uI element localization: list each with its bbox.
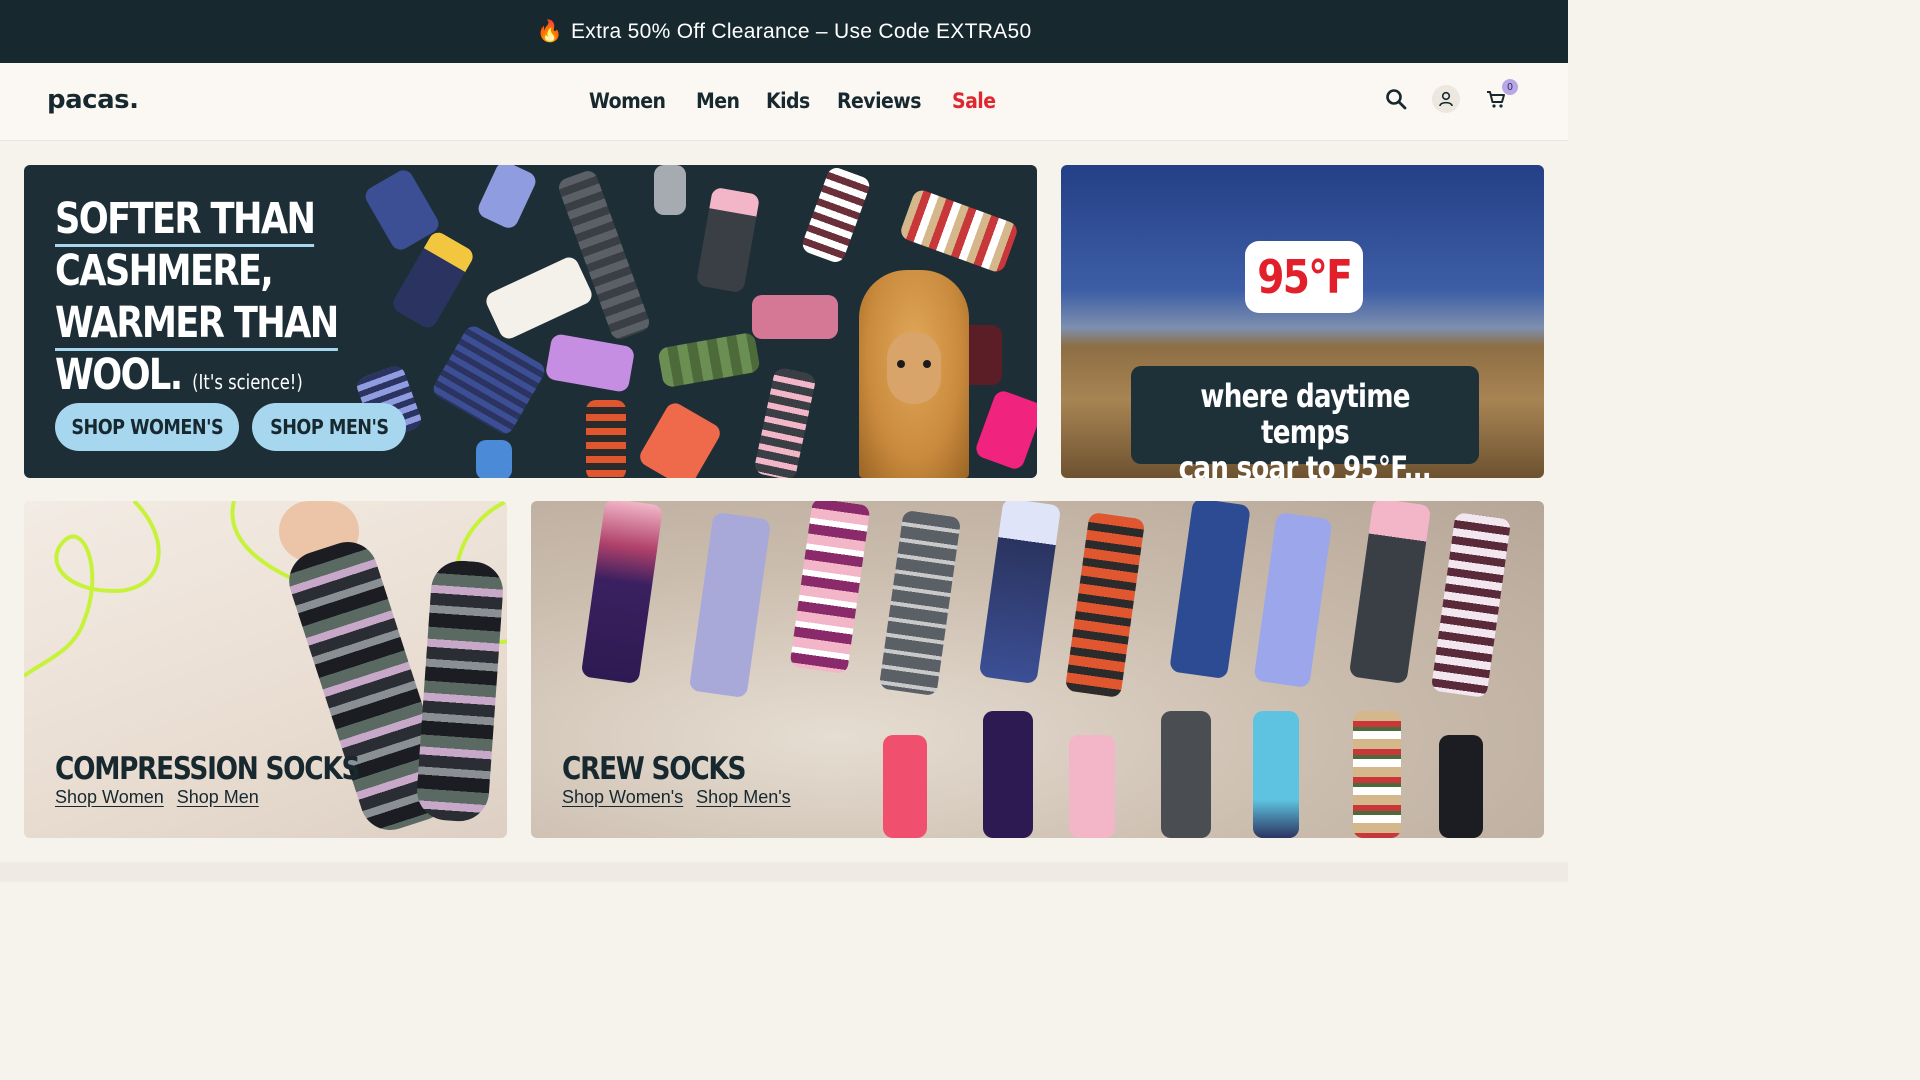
sock-image [657, 331, 761, 389]
compression-shop-men-link[interactable]: Shop Men [177, 787, 259, 808]
shop-mens-button[interactable]: SHOP MEN'S [252, 403, 406, 451]
nav-reviews[interactable]: Reviews [837, 89, 921, 113]
compression-links: Shop Women Shop Men [55, 787, 259, 808]
sock-image [753, 366, 817, 478]
site-header: pacas. Women Men Kids Reviews Sale 0 [0, 63, 1568, 141]
alpaca-eye [897, 360, 905, 368]
caption-line: where daytime temps [1200, 377, 1410, 451]
shop-womens-label: SHOP WOMEN'S [71, 415, 223, 439]
compression-socks-tile[interactable]: COMPRESSION SOCKS Shop Women Shop Men [24, 501, 507, 838]
shop-mens-label: SHOP MEN'S [269, 415, 389, 439]
headline-line: WOOL. [55, 350, 183, 400]
sock-image [799, 165, 873, 265]
main-nav: Women Men Kids Reviews Sale [589, 89, 1000, 113]
account-icon[interactable] [1432, 85, 1460, 113]
headline-line: CASHMERE, [55, 246, 274, 296]
crew-shop-womens-link[interactable]: Shop Women's [562, 787, 683, 808]
sock-image [544, 333, 636, 393]
sock-image [556, 168, 652, 342]
headline-line: WARMER THAN [55, 298, 339, 351]
hero-banner[interactable]: SOFTER THAN CASHMERE, WARMER THAN WOOL. … [24, 165, 1037, 478]
alpaca-eye [923, 360, 931, 368]
sock-image [752, 295, 838, 339]
sock-image [878, 509, 962, 697]
headline-aside: (It's science!) [192, 370, 303, 394]
header-icons: 0 [1382, 79, 1518, 113]
sock-image [475, 165, 539, 232]
sock-image [654, 165, 686, 215]
sock-image [1064, 511, 1146, 699]
sock-image [1161, 711, 1211, 838]
nav-sale[interactable]: Sale [952, 89, 996, 113]
sock-image [483, 254, 595, 342]
sock-image [978, 501, 1062, 685]
alpaca-face [887, 332, 941, 404]
sock-image [695, 186, 761, 294]
sock-image [1353, 711, 1401, 838]
hero-headline: SOFTER THAN CASHMERE, WARMER THAN WOOL. … [55, 193, 400, 408]
sock-image [430, 322, 548, 438]
temperature-badge: 95°F [1245, 241, 1363, 313]
sock-image [1069, 735, 1115, 838]
crew-socks-tile[interactable]: CREW SOCKS Shop Women's Shop Men's [531, 501, 1544, 838]
caption-line: can soar to 95°F... [1178, 449, 1432, 478]
nav-men[interactable]: Men [696, 89, 740, 113]
sock-image [688, 511, 772, 699]
sock-image [476, 440, 512, 478]
temperature-caption: where daytime temps can soar to 95°F... [1131, 366, 1479, 478]
sock-image [789, 501, 871, 675]
sock-image [586, 400, 626, 478]
sock-image [983, 711, 1033, 838]
compression-shop-women-link[interactable]: Shop Women [55, 787, 164, 808]
cart-count-badge: 0 [1502, 79, 1518, 95]
logo[interactable]: pacas. [47, 85, 139, 115]
sock-image [898, 187, 1020, 275]
search-icon[interactable] [1382, 85, 1410, 113]
sock-image [636, 399, 724, 478]
sock-image [1253, 711, 1299, 838]
sock-image [1439, 735, 1483, 838]
alpaca-image [859, 270, 969, 478]
temperature-value: 95°F [1257, 250, 1353, 304]
sock-image [1348, 501, 1432, 685]
headline-line: SOFTER THAN [55, 194, 316, 247]
sock-image [1253, 511, 1333, 689]
cart-icon[interactable]: 0 [1482, 79, 1518, 113]
nav-kids[interactable]: Kids [766, 89, 810, 113]
crew-shop-mens-link[interactable]: Shop Men's [696, 787, 791, 808]
sock-image [1430, 511, 1512, 699]
shop-womens-button[interactable]: SHOP WOMEN'S [55, 403, 239, 451]
sock-image [1169, 501, 1251, 680]
crew-title: CREW SOCKS [562, 751, 747, 787]
crew-links: Shop Women's Shop Men's [562, 787, 791, 808]
nav-women[interactable]: Women [589, 89, 666, 113]
announcement-bar: 🔥 Extra 50% Off Clearance – Use Code EXT… [0, 0, 1568, 63]
compression-title: COMPRESSION SOCKS [55, 751, 360, 787]
sock-image [580, 501, 664, 685]
sock-image [973, 388, 1037, 472]
next-section-edge [0, 862, 1568, 882]
sock-image [883, 735, 927, 838]
announcement-text: Extra 50% Off Clearance – Use Code EXTRA… [571, 19, 1032, 43]
fire-icon: 🔥 [536, 19, 563, 43]
temperature-promo[interactable]: 95°F where daytime temps can soar to 95°… [1061, 165, 1544, 478]
